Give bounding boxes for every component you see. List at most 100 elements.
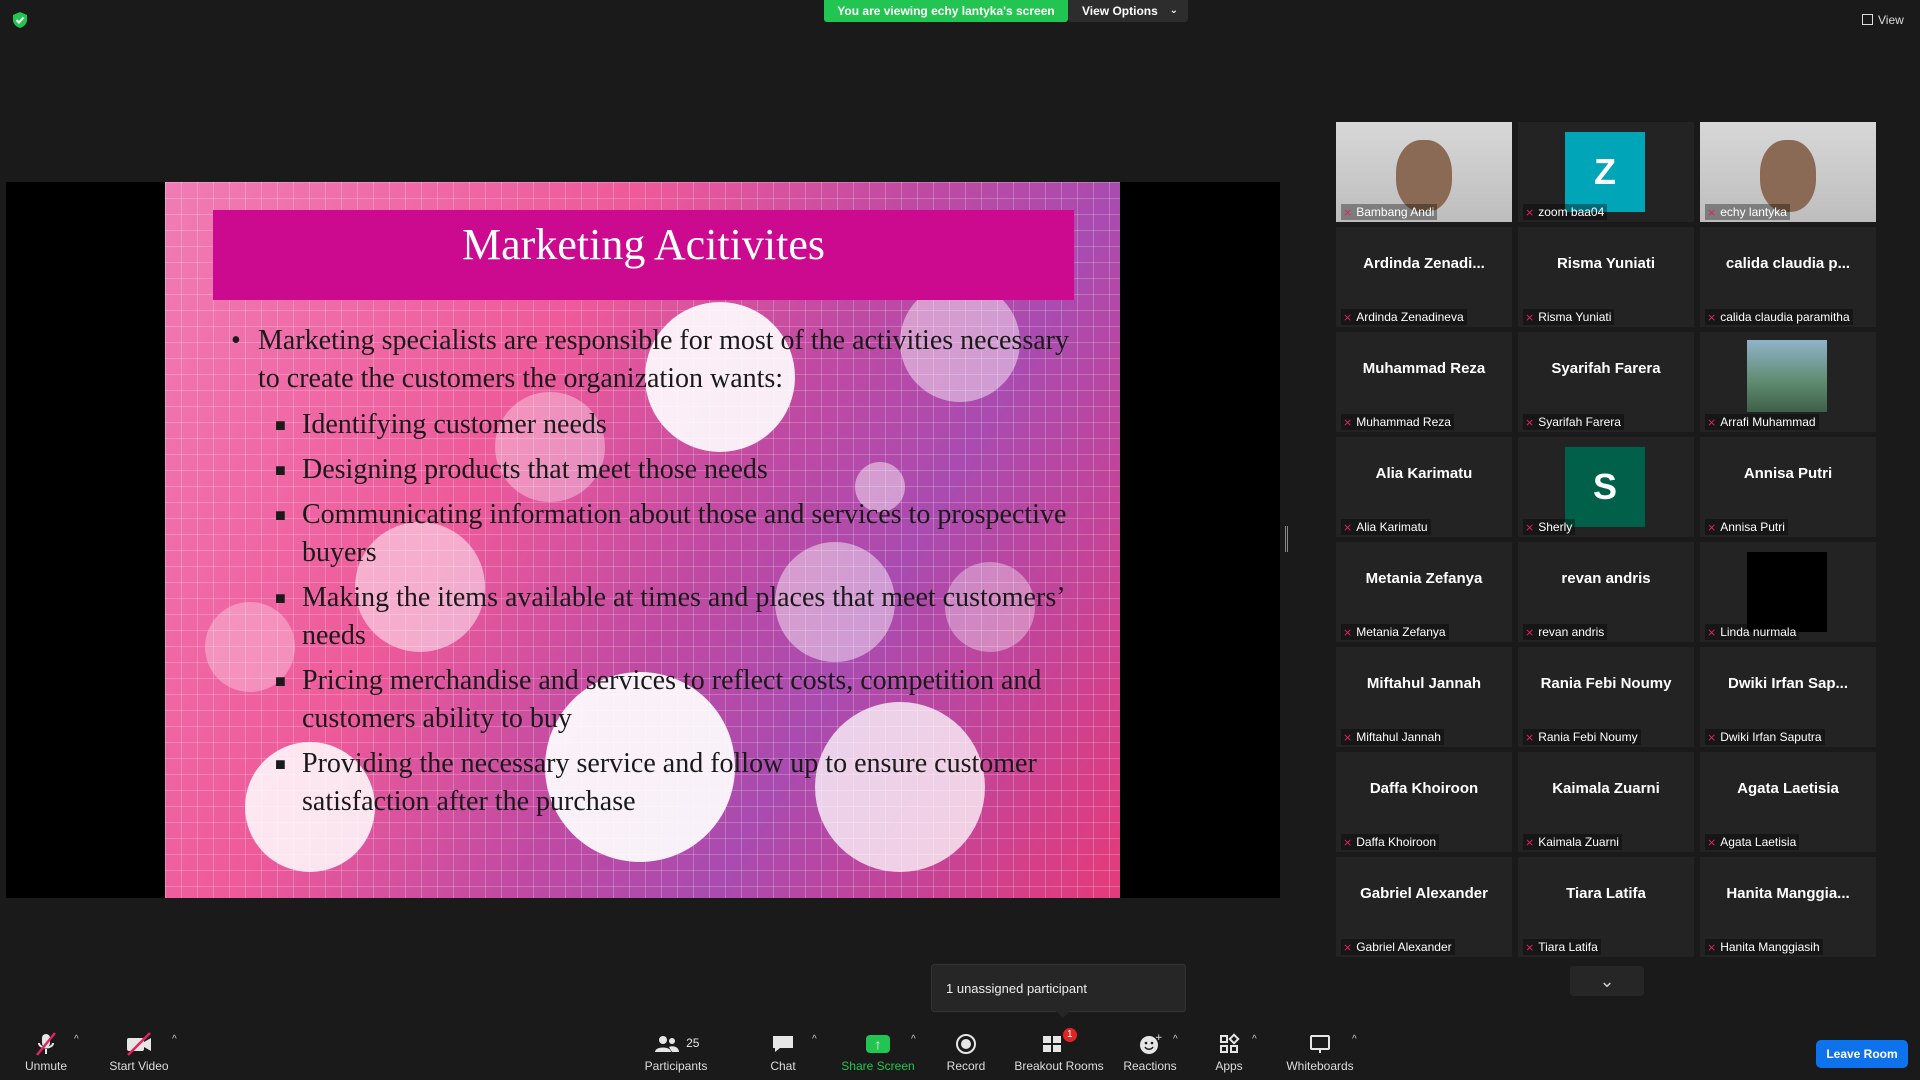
participant-tile[interactable]: Miftahul Jannah ⨯ Miftahul Jannah (1336, 647, 1512, 747)
participant-tile[interactable]: Dwiki Irfan Sap... ⨯ Dwiki Irfan Saputra (1700, 647, 1876, 747)
participant-tile[interactable]: Risma Yuniati ⨯ Risma Yuniati (1518, 227, 1694, 327)
participant-display-name: Gabriel Alexander (1360, 885, 1488, 902)
share-screen-label: Share Screen (841, 1059, 915, 1073)
participant-tile[interactable]: Syarifah Farera ⨯ Syarifah Farera (1518, 332, 1694, 432)
security-shield-icon[interactable] (10, 10, 30, 30)
participant-tile[interactable]: Ardinda Zenadi... ⨯ Ardinda Zenadineva (1336, 227, 1512, 327)
unmute-button[interactable]: Unmute (18, 1028, 74, 1074)
audio-options-caret[interactable]: ^ (74, 1034, 79, 1045)
participant-tile[interactable]: Muhammad Reza ⨯ Muhammad Reza (1336, 332, 1512, 432)
participant-display-name: revan andris (1561, 570, 1651, 587)
gallery-next-page-button[interactable]: ⌄ (1570, 966, 1644, 996)
participant-tile[interactable]: Kaimala Zuarni ⨯ Kaimala Zuarni (1518, 752, 1694, 852)
reactions-options-caret[interactable]: ^ (1173, 1034, 1178, 1045)
apps-icon (1206, 1028, 1252, 1058)
participant-name: Alia Karimatu (1356, 520, 1428, 534)
tooltip-tail (1056, 1011, 1070, 1018)
share-screen-button[interactable]: ↑ Share Screen (838, 1028, 918, 1074)
unassigned-participant-text: 1 unassigned participant (946, 981, 1087, 996)
participants-button[interactable]: 25 Participants (640, 1028, 712, 1074)
unassigned-participant-tooltip: 1 unassigned participant (931, 964, 1186, 1018)
presentation-slide: Marketing Acitivites • Marketing speciali… (165, 182, 1120, 898)
slide-main-bullet: • Marketing specialists are responsible f… (231, 325, 1069, 394)
muted-mic-icon: ⨯ (1343, 417, 1353, 429)
panel-resize-handle[interactable] (1285, 526, 1288, 552)
muted-mic-icon: ⨯ (1343, 627, 1353, 639)
reactions-label: Reactions (1123, 1059, 1177, 1073)
participant-name-label: ⨯ Dwiki Irfan Saputra (1705, 729, 1825, 745)
participant-tile[interactable]: Agata Laetisia ⨯ Agata Laetisia (1700, 752, 1876, 852)
participant-display-name: Hanita Manggia... (1726, 885, 1850, 902)
whiteboards-options-caret[interactable]: ^ (1352, 1034, 1357, 1045)
participant-name: Hanita Manggiasih (1720, 940, 1820, 954)
apps-button[interactable]: Apps (1206, 1028, 1252, 1074)
slide-body: • Marketing specialists are responsible f… (213, 322, 1073, 828)
share-options-caret[interactable]: ^ (911, 1034, 916, 1045)
chat-button[interactable]: Chat (762, 1028, 804, 1074)
participant-name: calida claudia paramitha (1720, 310, 1850, 324)
chevron-down-icon: ⌄ (1599, 971, 1615, 991)
apps-options-caret[interactable]: ^ (1252, 1034, 1257, 1045)
participant-tile[interactable]: Hanita Manggia... ⨯ Hanita Manggiasih (1700, 857, 1876, 957)
participant-tile[interactable]: Daffa Khoiroon ⨯ Daffa Khoiroon (1336, 752, 1512, 852)
participant-name: Arrafi Muhammad (1720, 415, 1816, 429)
participant-name-label: ⨯ Syarifah Farera (1523, 414, 1624, 430)
slide-sub-bullet: ■ Pricing merchandise and services to ref… (275, 665, 1042, 734)
record-icon (940, 1028, 992, 1058)
video-options-caret[interactable]: ^ (172, 1034, 177, 1045)
participant-display-name: Dwiki Irfan Sap... (1727, 675, 1849, 692)
apps-label: Apps (1215, 1059, 1243, 1073)
participant-tile[interactable]: ⨯ Arrafi Muhammad (1700, 332, 1876, 432)
muted-mic-icon: ⨯ (1525, 837, 1535, 849)
participant-name: echy lantyka (1720, 205, 1787, 219)
participant-name-label: ⨯ echy lantyka (1705, 204, 1790, 220)
participant-tile[interactable]: Tiara Latifa ⨯ Tiara Latifa (1518, 857, 1694, 957)
participant-display-name: Risma Yuniati (1556, 255, 1656, 272)
muted-mic-icon: ⨯ (1525, 522, 1535, 534)
participant-tile[interactable]: Gabriel Alexander ⨯ Gabriel Alexander (1336, 857, 1512, 957)
participant-name: revan andris (1538, 625, 1605, 639)
start-video-button[interactable]: Start Video (104, 1028, 174, 1074)
participant-tile[interactable]: Annisa Putri ⨯ Annisa Putri (1700, 437, 1876, 537)
record-label: Record (946, 1059, 986, 1073)
participant-name-label: ⨯ Bambang Andi (1341, 204, 1438, 220)
participant-display-name: Miftahul Jannah (1366, 675, 1482, 692)
participant-tile[interactable]: Z ⨯ zoom baa04 (1518, 122, 1694, 222)
participant-name-label: ⨯ zoom baa04 (1523, 204, 1608, 220)
participant-display-name: Agata Laetisia (1737, 780, 1839, 797)
viewing-screen-banner: You are viewing echy lantyka's screen (824, 0, 1068, 22)
participant-display-name: Tiara Latifa (1566, 885, 1646, 902)
reactions-button[interactable]: + Reactions (1122, 1028, 1178, 1074)
view-button[interactable]: View (1862, 10, 1912, 30)
participant-tile[interactable]: Alia Karimatu ⨯ Alia Karimatu (1336, 437, 1512, 537)
participant-tile[interactable]: Metania Zefanya ⨯ Metania Zefanya (1336, 542, 1512, 642)
whiteboards-button[interactable]: Whiteboards (1280, 1028, 1360, 1074)
avatar-letter: S (1565, 447, 1645, 527)
participant-display-name: Daffa Khoiroon (1369, 780, 1479, 797)
view-options-button[interactable]: View Options ⌄ (1068, 0, 1188, 22)
participant-tile[interactable]: S ⨯ Sherly (1518, 437, 1694, 537)
participant-tile[interactable]: ⨯ Linda nurmala (1700, 542, 1876, 642)
muted-mic-icon: ⨯ (1343, 312, 1353, 324)
avatar-letter: Z (1565, 132, 1645, 212)
record-button[interactable]: Record (940, 1028, 992, 1074)
participant-tile[interactable]: revan andris ⨯ revan andris (1518, 542, 1694, 642)
participant-tile[interactable]: calida claudia p... ⨯ calida claudia param… (1700, 227, 1876, 327)
participant-display-name: calida claudia p... (1725, 255, 1851, 272)
participant-tile[interactable]: ⨯ echy lantyka (1700, 122, 1876, 222)
participant-name: Ardinda Zenadineva (1356, 310, 1464, 324)
muted-mic-icon: ⨯ (1343, 732, 1353, 744)
participant-name: Annisa Putri (1720, 520, 1785, 534)
participant-tile[interactable]: Rania Febi Noumy ⨯ Rania Febi Noumy (1518, 647, 1694, 747)
muted-mic-icon: ⨯ (1707, 207, 1717, 219)
muted-mic-icon: ⨯ (1707, 837, 1717, 849)
chat-options-caret[interactable]: ^ (812, 1034, 817, 1045)
participant-tile[interactable]: ⨯ Bambang Andi (1336, 122, 1512, 222)
leave-room-button[interactable]: Leave Room (1816, 1040, 1908, 1068)
participant-name: Linda nurmala (1720, 625, 1797, 639)
participant-name-label: ⨯ Tiara Latifa (1523, 939, 1601, 955)
muted-mic-icon: ⨯ (1707, 312, 1717, 324)
participant-display-name: Metania Zefanya (1365, 570, 1483, 587)
breakout-rooms-button[interactable]: 1 Breakout Rooms (1012, 1028, 1106, 1074)
participant-name-label: ⨯ Metania Zefanya (1341, 624, 1449, 640)
